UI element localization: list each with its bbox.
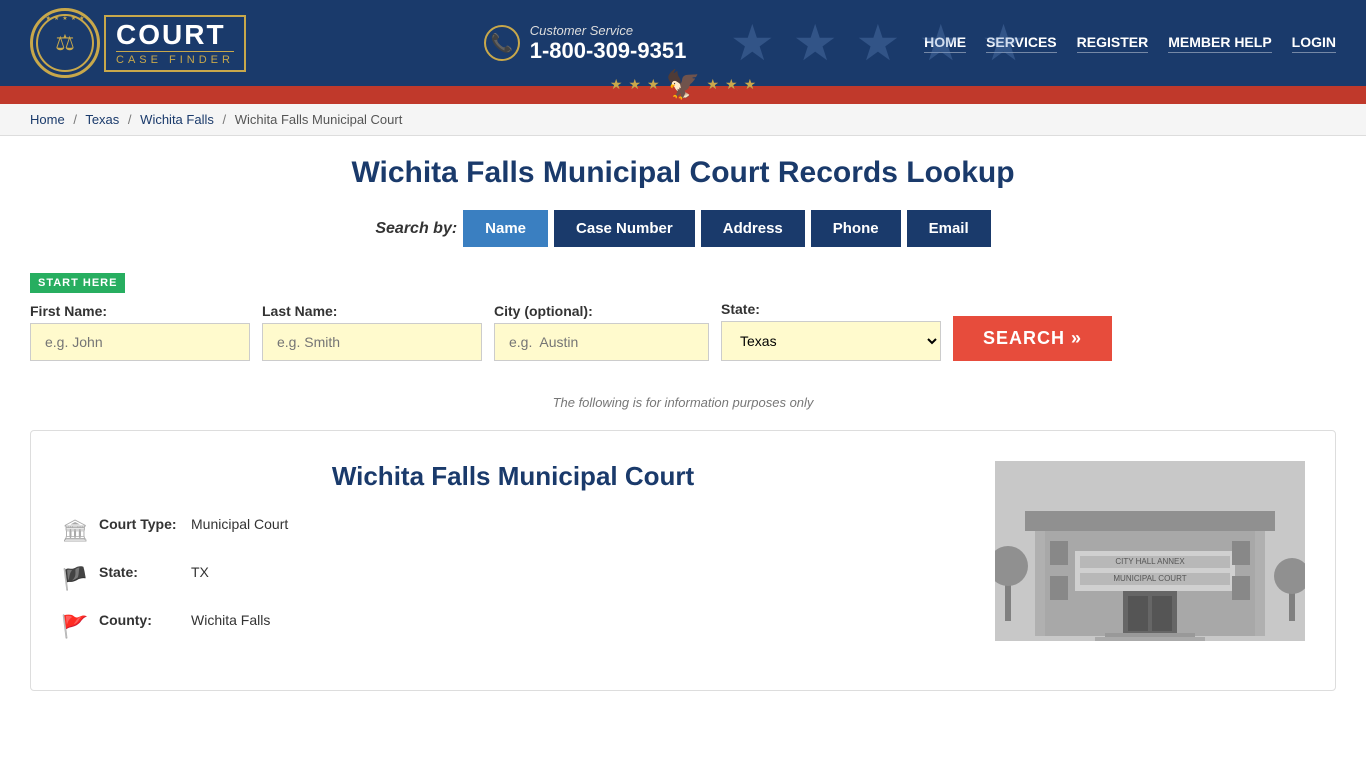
search-form-section: START HERE First Name: Last Name: City (…	[30, 263, 1336, 381]
breadcrumb-sep-3: /	[222, 112, 226, 127]
search-by-row: Search by: Name Case Number Address Phon…	[30, 210, 1336, 247]
breadcrumb-home[interactable]: Home	[30, 112, 65, 127]
first-name-group: First Name:	[30, 303, 250, 361]
county-row: 🚩 County: Wichita Falls	[61, 612, 965, 640]
logo-text: COURT CASE FINDER	[104, 15, 246, 72]
phone-number: 1-800-309-9351	[530, 38, 687, 64]
court-photo: CITY HALL ANNEX MUNICIPAL COURT	[995, 461, 1305, 641]
bg-star-1: ★	[730, 14, 775, 72]
logo-ring: ⚖	[36, 14, 94, 72]
courthouse-image: CITY HALL ANNEX MUNICIPAL COURT	[995, 461, 1305, 641]
bg-star-2: ★	[793, 14, 838, 72]
first-name-input[interactable]	[30, 323, 250, 361]
state-group: State: Texas Alabama Alaska Arizona Arka…	[721, 301, 941, 361]
nav-member-help[interactable]: MEMBER HELP	[1168, 34, 1271, 53]
phone-icon: 📞	[484, 25, 520, 61]
bg-star-4: ★	[918, 14, 963, 72]
search-form-row: First Name: Last Name: City (optional): …	[30, 301, 1336, 361]
bg-star-5: ★	[981, 14, 1026, 72]
state-select[interactable]: Texas Alabama Alaska Arizona Arkansas Ca…	[721, 321, 941, 361]
state-label: State:	[721, 301, 941, 317]
tab-name[interactable]: Name	[463, 210, 548, 247]
eagle-icon: 🦅	[666, 68, 701, 101]
tab-phone[interactable]: Phone	[811, 210, 901, 247]
court-type-row: 🏛 Court Type: Municipal Court	[61, 516, 965, 544]
main-content: Wichita Falls Municipal Court Records Lo…	[0, 136, 1366, 711]
court-type-icon: 🏛	[61, 518, 87, 544]
eagle-stars: ★★★ 🦅 ★★★	[610, 68, 756, 101]
tab-address[interactable]: Address	[701, 210, 805, 247]
breadcrumb-sep-2: /	[128, 112, 132, 127]
last-name-group: Last Name:	[262, 303, 482, 361]
first-name-label: First Name:	[30, 303, 250, 319]
nav-register[interactable]: REGISTER	[1077, 34, 1149, 53]
page-title: Wichita Falls Municipal Court Records Lo…	[30, 156, 1336, 190]
state-value: TX	[191, 564, 209, 580]
city-group: City (optional):	[494, 303, 709, 361]
court-info-right: CITY HALL ANNEX MUNICIPAL COURT	[995, 461, 1305, 660]
search-by-label: Search by:	[375, 220, 457, 238]
logo[interactable]: ★ ★ ★ ★ ★ ⚖ COURT CASE FINDER	[30, 8, 246, 78]
tab-email[interactable]: Email	[907, 210, 991, 247]
court-type-value: Municipal Court	[191, 516, 288, 532]
breadcrumb: Home / Texas / Wichita Falls / Wichita F…	[0, 104, 1366, 136]
city-label: City (optional):	[494, 303, 709, 319]
logo-emblem-icon: ⚖	[55, 30, 75, 56]
bg-star-3: ★	[856, 14, 901, 72]
svg-text:MUNICIPAL COURT: MUNICIPAL COURT	[1113, 574, 1186, 583]
court-type-label: Court Type:	[99, 516, 179, 532]
header-bg-stars: ★ ★ ★ ★ ★	[730, 0, 1026, 86]
tab-case-number[interactable]: Case Number	[554, 210, 695, 247]
info-note: The following is for information purpose…	[30, 395, 1336, 410]
county-value: Wichita Falls	[191, 612, 270, 628]
state-row: 🏴 State: TX	[61, 564, 965, 592]
logo-title: COURT	[116, 21, 234, 49]
phone-area: 📞 Customer Service 1-800-309-9351	[484, 23, 687, 64]
eagle-area: ★★★ 🦅 ★★★	[610, 66, 756, 101]
breadcrumb-wichita-falls[interactable]: Wichita Falls	[140, 112, 214, 127]
search-button[interactable]: SEARCH »	[953, 316, 1112, 361]
court-info-left: Wichita Falls Municipal Court 🏛 Court Ty…	[61, 461, 965, 660]
phone-info: Customer Service 1-800-309-9351	[530, 23, 687, 64]
logo-subtitle: CASE FINDER	[116, 51, 234, 66]
nav-login[interactable]: LOGIN	[1292, 34, 1336, 53]
county-icon: 🚩	[61, 614, 87, 640]
state-label-detail: State:	[99, 564, 179, 580]
logo-circle: ★ ★ ★ ★ ★ ⚖	[30, 8, 100, 78]
last-name-label: Last Name:	[262, 303, 482, 319]
breadcrumb-sep-1: /	[73, 112, 77, 127]
breadcrumb-current: Wichita Falls Municipal Court	[235, 112, 403, 127]
logo-stars: ★ ★ ★ ★ ★	[46, 15, 85, 22]
city-input[interactable]	[494, 323, 709, 361]
start-here-badge: START HERE	[30, 273, 125, 293]
customer-service-label: Customer Service	[530, 23, 687, 38]
last-name-input[interactable]	[262, 323, 482, 361]
svg-text:CITY HALL ANNEX: CITY HALL ANNEX	[1115, 557, 1185, 566]
county-label: County:	[99, 612, 179, 628]
wave-banner: ★★★ 🦅 ★★★	[0, 86, 1366, 104]
state-icon: 🏴	[61, 566, 87, 592]
court-info-box: Wichita Falls Municipal Court 🏛 Court Ty…	[30, 430, 1336, 691]
court-box-title: Wichita Falls Municipal Court	[61, 461, 965, 492]
breadcrumb-texas[interactable]: Texas	[85, 112, 119, 127]
